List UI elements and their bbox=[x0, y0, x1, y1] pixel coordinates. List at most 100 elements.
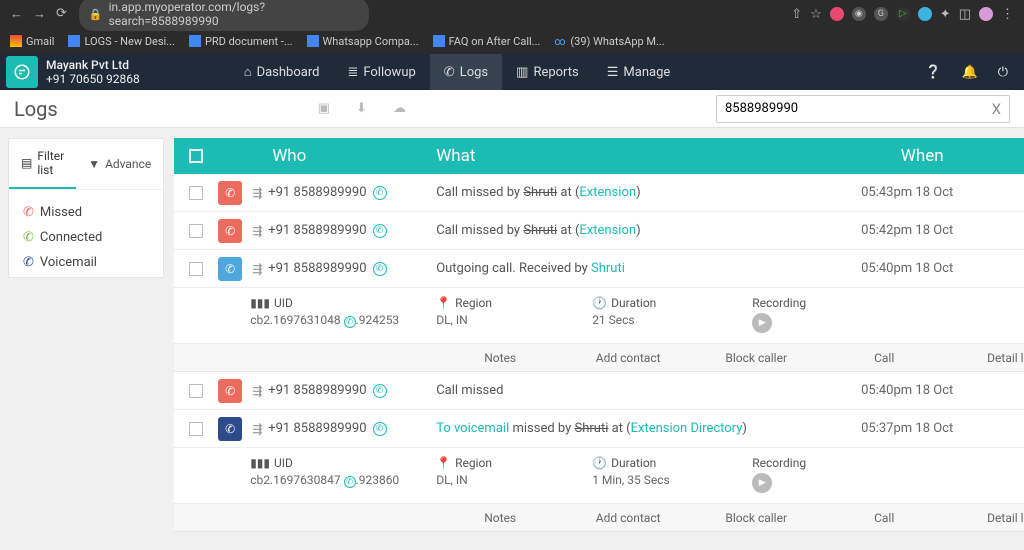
hierarchy-icon: ⇶ bbox=[252, 384, 262, 398]
call-time: 05:40pm 18 Oct bbox=[768, 261, 1024, 276]
row-detail: ▮▮▮UIDcb2.1697630847 ✆.923860📍RegionDL, … bbox=[174, 448, 1024, 504]
filter-sidebar: ▤Filter list ▼Advance ✆Missed ✆Connected… bbox=[8, 138, 164, 278]
url-text: in.app.myoperator.com/logs?search=858898… bbox=[109, 0, 359, 28]
share-icon[interactable]: ⇧ bbox=[791, 7, 802, 22]
action-add-contact[interactable]: Add contact bbox=[564, 351, 692, 365]
back-icon[interactable]: ← bbox=[10, 6, 23, 22]
action-notes[interactable]: Notes bbox=[436, 511, 564, 525]
phone-icon: ✆ bbox=[344, 476, 356, 488]
browser-toolbar: ← → ⟳ 🔒 in.app.myoperator.com/logs?searc… bbox=[0, 0, 1024, 28]
call-type-icon: ✆ bbox=[218, 379, 242, 403]
whatsapp-icon[interactable]: ✆ bbox=[373, 384, 387, 398]
bookmarks-bar: Gmail LOGS - New Desi... PRD document -.… bbox=[0, 28, 1024, 54]
hierarchy-icon: ⇶ bbox=[252, 186, 262, 200]
reload-icon[interactable]: ⟳ bbox=[56, 6, 67, 22]
table-row[interactable]: ✆⇶+91 8588989990✆To voicemail missed by … bbox=[174, 410, 1024, 448]
ext-icon-2[interactable]: ◉ bbox=[852, 7, 866, 21]
bell-icon[interactable]: 🔔 bbox=[962, 65, 978, 80]
row-actions: NotesAdd contactBlock callerCallDetail l… bbox=[174, 344, 1024, 372]
star-icon[interactable]: ☆ bbox=[810, 7, 822, 22]
table-row[interactable]: ✆⇶+91 8588989990✆Call missed by Shruti a… bbox=[174, 212, 1024, 250]
chart-icon: ▥ bbox=[516, 65, 528, 80]
power-icon[interactable]: ⏻ bbox=[998, 65, 1008, 80]
row-detail: ▮▮▮UIDcb2.1697631048 ✆.924253📍RegionDL, … bbox=[174, 288, 1024, 344]
filter-missed[interactable]: ✆Missed bbox=[23, 200, 149, 225]
clear-search-icon[interactable]: X bbox=[992, 100, 1001, 118]
action-detail-log[interactable]: Detail log bbox=[948, 511, 1024, 525]
download-icon[interactable]: ⬇ bbox=[356, 101, 367, 116]
ext-icon-5[interactable] bbox=[918, 7, 932, 21]
menu-icon[interactable]: ⋮ bbox=[1001, 7, 1014, 22]
table-row[interactable]: ✆⇶+91 8588989990✆Outgoing call. Received… bbox=[174, 250, 1024, 288]
action-block-caller[interactable]: Block caller bbox=[692, 511, 820, 525]
clock-icon: 🕐 bbox=[592, 456, 607, 470]
pin-icon: 📍 bbox=[436, 456, 451, 470]
menu-icon: ☰ bbox=[607, 65, 619, 80]
org-name: Mayank Pvt Ltd bbox=[46, 58, 140, 72]
app-header: Mayank Pvt Ltd +91 70650 92868 ⌂Dashboar… bbox=[0, 54, 1024, 90]
whatsapp-icon[interactable]: ✆ bbox=[373, 224, 387, 238]
action-block-caller[interactable]: Block caller bbox=[692, 351, 820, 365]
whatsapp-icon[interactable]: ✆ bbox=[373, 422, 387, 436]
search-box[interactable]: X bbox=[716, 95, 1010, 123]
phone-icon: ✆ bbox=[444, 65, 455, 80]
whatsapp-icon[interactable]: ✆ bbox=[373, 186, 387, 200]
forward-icon[interactable]: → bbox=[33, 6, 46, 22]
tab-filter-list[interactable]: ▤Filter list bbox=[9, 139, 76, 189]
action-call[interactable]: Call bbox=[820, 351, 948, 365]
table-row[interactable]: ✆⇶+91 8588989990✆Call missed05:40pm 18 O… bbox=[174, 372, 1024, 410]
search-input[interactable] bbox=[725, 101, 992, 116]
row-checkbox[interactable] bbox=[189, 262, 203, 276]
action-notes[interactable]: Notes bbox=[436, 351, 564, 365]
bookmark-wa[interactable]: Whatsapp Compa... bbox=[307, 35, 419, 48]
tab-advance[interactable]: ▼Advance bbox=[76, 139, 163, 189]
bookmark-prd[interactable]: PRD document -... bbox=[189, 35, 293, 48]
cloud-icon[interactable]: ☁ bbox=[393, 101, 406, 116]
phone-icon: ✆ bbox=[23, 205, 34, 220]
col-what: What bbox=[436, 146, 768, 166]
nav-followup[interactable]: ≣Followup bbox=[333, 54, 429, 90]
page-title: Logs bbox=[14, 97, 58, 121]
caller-number: +91 8588989990 bbox=[268, 185, 366, 200]
call-description: Call missed bbox=[436, 383, 768, 398]
select-all-checkbox[interactable] bbox=[189, 149, 203, 163]
list-icon: ≣ bbox=[347, 65, 358, 80]
row-checkbox[interactable] bbox=[189, 422, 203, 436]
call-description: Outgoing call. Received by Shruti bbox=[436, 261, 768, 276]
filter-icon: ▤ bbox=[21, 156, 32, 170]
row-actions: NotesAdd contactBlock callerCallDetail l… bbox=[174, 504, 1024, 532]
row-checkbox[interactable] bbox=[189, 384, 203, 398]
nav-dashboard[interactable]: ⌂Dashboard bbox=[230, 54, 334, 90]
action-detail-log[interactable]: Detail log bbox=[948, 351, 1024, 365]
play-icon[interactable]: ▶ bbox=[752, 313, 772, 333]
bookmark-faq[interactable]: FAQ on After Call... bbox=[433, 35, 541, 48]
ext-icon-4[interactable]: ▷ bbox=[896, 7, 910, 21]
bookmark-gmail[interactable]: Gmail bbox=[10, 35, 54, 48]
row-checkbox[interactable] bbox=[189, 186, 203, 200]
bookmark-meta[interactable]: ∞(39) WhatsApp M... bbox=[554, 35, 664, 48]
filter-voicemail[interactable]: ✆Voicemail bbox=[23, 250, 149, 275]
ext-icon-3[interactable]: G bbox=[874, 7, 888, 21]
play-icon[interactable]: ▶ bbox=[752, 473, 772, 493]
help-icon[interactable]: ❔ bbox=[925, 65, 941, 80]
profile-avatar[interactable] bbox=[979, 7, 993, 21]
whatsapp-icon[interactable]: ✆ bbox=[373, 262, 387, 276]
bookmark-logs[interactable]: LOGS - New Desi... bbox=[68, 35, 174, 48]
action-add-contact[interactable]: Add contact bbox=[564, 511, 692, 525]
row-checkbox[interactable] bbox=[189, 224, 203, 238]
table-row[interactable]: ✆⇶+91 8588989990✆Call missed by Shruti a… bbox=[174, 174, 1024, 212]
url-bar[interactable]: 🔒 in.app.myoperator.com/logs?search=8588… bbox=[79, 0, 369, 31]
nav-manage[interactable]: ☰Manage bbox=[593, 54, 685, 90]
archive-icon[interactable]: ▣ bbox=[318, 101, 330, 116]
extensions-icon[interactable]: ✦ bbox=[940, 7, 951, 22]
call-time: 05:42pm 18 Oct bbox=[768, 223, 1024, 238]
app-logo[interactable] bbox=[6, 56, 38, 88]
clock-icon: 🕐 bbox=[592, 296, 607, 310]
action-call[interactable]: Call bbox=[820, 511, 948, 525]
nav-logs[interactable]: ✆Logs bbox=[430, 54, 502, 90]
ext-icon-1[interactable] bbox=[830, 7, 844, 21]
window-icon[interactable]: ◫ bbox=[959, 7, 971, 22]
caller-number: +91 8588989990 bbox=[268, 421, 366, 436]
nav-reports[interactable]: ▥Reports bbox=[502, 54, 593, 90]
filter-connected[interactable]: ✆Connected bbox=[23, 225, 149, 250]
